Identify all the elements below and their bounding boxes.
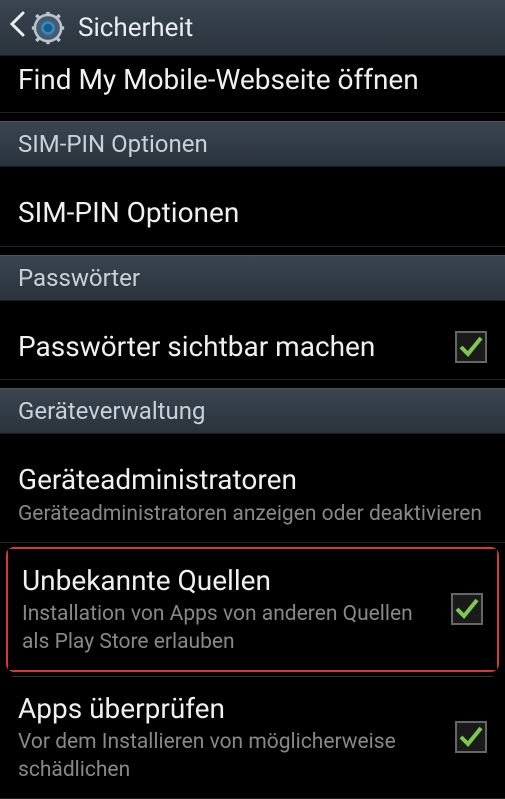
back-button[interactable] <box>8 10 66 46</box>
section-title: Passwörter <box>18 264 487 292</box>
section-passwords: Passwörter <box>0 255 505 301</box>
item-title: Unbekannte Quellen <box>22 563 439 599</box>
device-admins-item[interactable]: Geräteadministratoren Geräteadministrato… <box>0 448 505 543</box>
chevron-left-icon <box>8 10 26 45</box>
unknown-sources-highlight: Unbekannte Quellen Installation von Apps… <box>6 547 499 672</box>
item-subtitle: Geräteadministratoren anzeigen oder deak… <box>18 501 487 528</box>
item-subtitle: Vor dem Installieren von möglicherweise … <box>18 729 443 784</box>
item-title: Geräteadministratoren <box>18 462 487 498</box>
item-title: Apps überprüfen <box>18 691 443 727</box>
item-subtitle: Installation von Apps von anderen Quelle… <box>22 601 439 656</box>
find-my-mobile-item[interactable]: Find My Mobile-Webseite öffnen <box>0 56 505 113</box>
unknown-sources-item[interactable]: Unbekannte Quellen Installation von Apps… <box>8 549 497 670</box>
item-title: SIM-PIN Optionen <box>18 195 487 231</box>
section-device-mgmt: Geräteverwaltung <box>0 388 505 434</box>
passwords-visible-checkbox[interactable] <box>455 331 487 363</box>
sim-pin-options-item[interactable]: SIM-PIN Optionen <box>0 181 505 246</box>
section-sim-pin: SIM-PIN Optionen <box>0 121 505 167</box>
gear-icon <box>30 10 66 46</box>
passwords-visible-item[interactable]: Passwörter sichtbar machen <box>0 315 505 380</box>
section-title: Geräteverwaltung <box>18 397 487 425</box>
page-title: Sicherheit <box>78 13 193 43</box>
item-title: Find My Mobile-Webseite öffnen <box>18 62 487 98</box>
verify-apps-checkbox[interactable] <box>455 721 487 753</box>
unknown-sources-checkbox[interactable] <box>451 593 483 625</box>
verify-apps-item[interactable]: Apps überprüfen Vor dem Installieren von… <box>0 677 505 799</box>
item-title: Passwörter sichtbar machen <box>18 329 443 365</box>
header-bar: Sicherheit <box>0 0 505 56</box>
section-title: SIM-PIN Optionen <box>18 130 487 158</box>
